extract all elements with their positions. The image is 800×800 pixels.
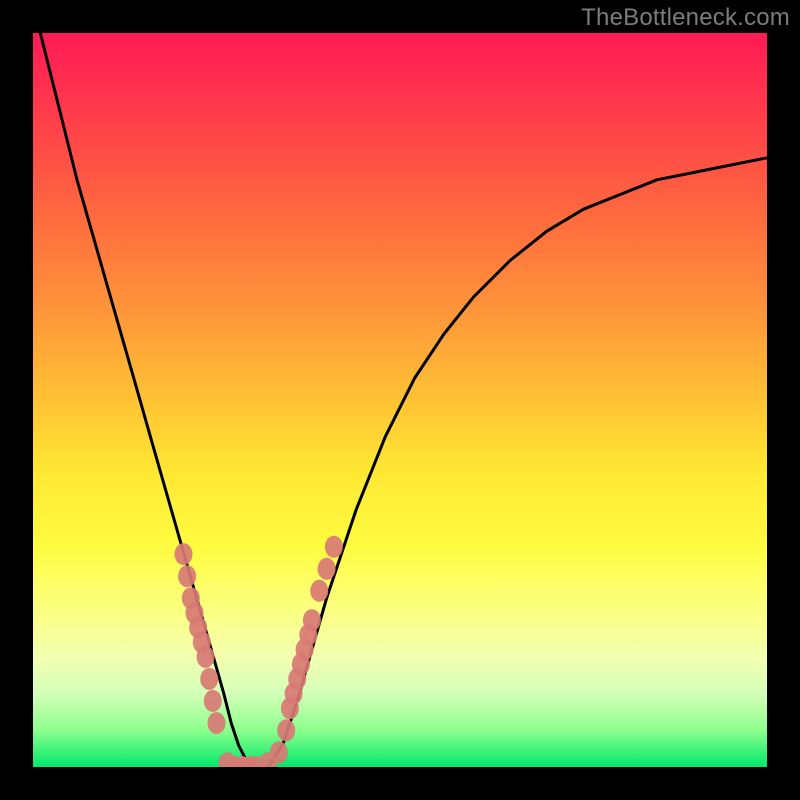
bottleneck-curve-svg: [33, 33, 767, 767]
curve-line: [33, 33, 767, 767]
curve-markers: [175, 536, 343, 767]
watermark-text: TheBottleneck.com: [581, 4, 790, 32]
chart-container: TheBottleneck.com: [0, 0, 800, 800]
